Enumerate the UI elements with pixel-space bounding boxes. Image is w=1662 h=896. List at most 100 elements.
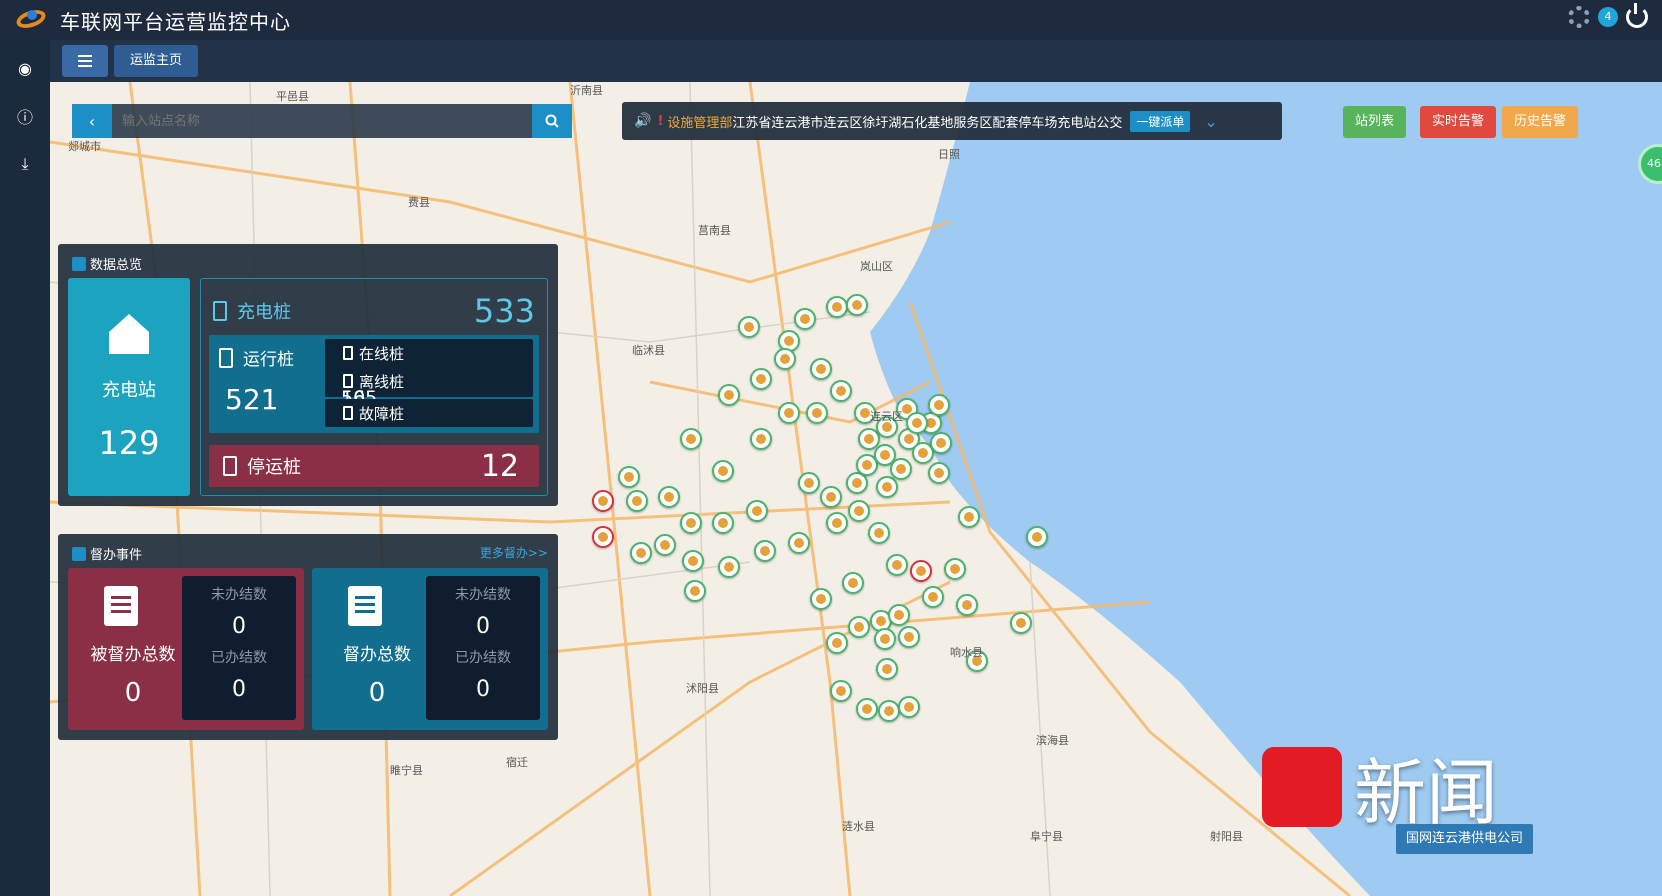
station-card[interactable]: 充电站 129 bbox=[68, 278, 190, 496]
map-place-label: 费县 bbox=[408, 196, 430, 209]
station-marker[interactable] bbox=[898, 626, 920, 648]
company-selector[interactable]: 国网连云港供电公司 bbox=[1396, 824, 1534, 854]
station-marker-alarm[interactable] bbox=[592, 490, 614, 512]
station-marker[interactable] bbox=[868, 522, 890, 544]
notification-badge[interactable]: 4 bbox=[1598, 7, 1618, 27]
station-marker[interactable] bbox=[856, 698, 878, 720]
station-marker[interactable] bbox=[788, 532, 810, 554]
station-marker[interactable] bbox=[848, 500, 870, 522]
station-marker[interactable] bbox=[626, 490, 648, 512]
station-marker[interactable] bbox=[830, 680, 852, 702]
station-marker[interactable] bbox=[774, 348, 796, 370]
station-marker[interactable] bbox=[712, 460, 734, 482]
fault-box: 故障桩14 bbox=[325, 399, 533, 470]
map-place-label: 日照 bbox=[938, 148, 960, 161]
station-marker[interactable] bbox=[746, 500, 768, 522]
station-marker[interactable] bbox=[890, 458, 912, 480]
station-marker[interactable] bbox=[820, 486, 842, 508]
more-supervise-link[interactable]: 更多督办>> bbox=[480, 544, 548, 561]
station-marker[interactable] bbox=[684, 580, 706, 602]
station-marker[interactable] bbox=[682, 550, 704, 572]
station-marker[interactable] bbox=[876, 476, 898, 498]
station-marker[interactable] bbox=[886, 554, 908, 576]
power-logout-icon[interactable] bbox=[1626, 3, 1648, 28]
station-marker[interactable] bbox=[888, 604, 910, 626]
station-marker[interactable] bbox=[1026, 526, 1048, 548]
station-label: 充电站 bbox=[102, 380, 156, 401]
station-marker[interactable] bbox=[898, 696, 920, 718]
station-search-input[interactable] bbox=[112, 104, 532, 138]
station-marker[interactable] bbox=[956, 594, 978, 616]
station-marker[interactable] bbox=[750, 428, 772, 450]
station-marker[interactable] bbox=[680, 428, 702, 450]
pile-icon bbox=[343, 406, 353, 420]
supervised-card[interactable]: 被督办总数 0 未办结数 0 已办结数 0 bbox=[68, 568, 304, 730]
station-marker[interactable] bbox=[794, 308, 816, 330]
station-marker[interactable] bbox=[1010, 612, 1032, 634]
hamburger-menu-button[interactable] bbox=[62, 45, 108, 77]
map-place-label: 响水县 bbox=[950, 646, 983, 659]
station-marker[interactable] bbox=[810, 358, 832, 380]
station-marker[interactable] bbox=[906, 412, 928, 434]
station-marker[interactable] bbox=[826, 296, 848, 318]
station-marker[interactable] bbox=[806, 402, 828, 424]
station-marker[interactable] bbox=[778, 402, 800, 424]
back-arrow-button[interactable]: ‹ bbox=[72, 104, 112, 138]
station-marker[interactable] bbox=[618, 466, 640, 488]
fault-row[interactable]: 故障桩14 bbox=[325, 399, 533, 470]
station-marker[interactable] bbox=[712, 512, 734, 534]
map-place-label: 莒南县 bbox=[698, 224, 731, 237]
info-icon[interactable]: ⓘ bbox=[0, 92, 50, 140]
station-marker[interactable] bbox=[798, 472, 820, 494]
station-marker[interactable] bbox=[922, 586, 944, 608]
station-marker-alarm[interactable] bbox=[592, 526, 614, 548]
running-pile-box[interactable]: 运行桩 521 在线桩505 离线桩16 故障桩14 bbox=[209, 335, 539, 470]
station-marker[interactable] bbox=[846, 294, 868, 316]
charge-pile-row[interactable]: 充电桩 533 bbox=[213, 292, 535, 330]
station-marker[interactable] bbox=[842, 572, 864, 594]
history-alarm-button[interactable]: 历史告警 bbox=[1502, 106, 1579, 138]
online-row[interactable]: 在线桩 505 bbox=[325, 339, 533, 410]
download-icon[interactable]: ⤓ bbox=[0, 140, 50, 188]
dispatch-button[interactable]: 一键派单 bbox=[1130, 110, 1191, 132]
station-marker[interactable] bbox=[944, 558, 966, 580]
finished-label: 已办结数 bbox=[211, 650, 267, 666]
station-marker[interactable] bbox=[680, 512, 702, 534]
station-marker[interactable] bbox=[928, 394, 950, 416]
chevron-down-icon[interactable]: ⌄ bbox=[1204, 112, 1217, 131]
speaker-icon: 🔊 bbox=[634, 113, 652, 129]
station-marker[interactable] bbox=[630, 542, 652, 564]
station-marker[interactable] bbox=[878, 700, 900, 722]
station-marker[interactable] bbox=[738, 316, 760, 338]
realtime-alarm-button[interactable]: 实时告警 bbox=[1420, 106, 1497, 138]
station-marker[interactable] bbox=[826, 512, 848, 534]
map-place-label: 沂南县 bbox=[570, 84, 603, 97]
station-marker[interactable] bbox=[718, 556, 740, 578]
station-marker-alarm[interactable] bbox=[910, 560, 932, 582]
station-marker[interactable] bbox=[958, 506, 980, 528]
station-marker[interactable] bbox=[750, 368, 772, 390]
station-marker[interactable] bbox=[754, 540, 776, 562]
station-marker[interactable] bbox=[830, 380, 852, 402]
map-view[interactable]: 沂南县 日照 莒南县 岚山区 临沭县 连云区 沭阳县 宿迁 睢宁县 涟水县 滨海… bbox=[50, 82, 1662, 896]
pile-icon bbox=[343, 374, 353, 388]
station-list-button[interactable]: 站列表 bbox=[1343, 106, 1407, 138]
station-marker[interactable] bbox=[718, 384, 740, 406]
station-marker[interactable] bbox=[810, 588, 832, 610]
offline-row[interactable]: 离线桩 16 bbox=[325, 367, 533, 410]
station-marker[interactable] bbox=[930, 432, 952, 454]
station-marker[interactable] bbox=[826, 632, 848, 654]
station-marker[interactable] bbox=[928, 462, 950, 484]
eye-icon[interactable]: ◉ bbox=[0, 44, 50, 92]
supervise-card[interactable]: 督办总数 0 未办结数 0 已办结数 0 bbox=[312, 568, 548, 730]
station-marker[interactable] bbox=[874, 628, 896, 650]
settings-gear-icon[interactable] bbox=[1568, 6, 1590, 28]
station-marker[interactable] bbox=[848, 616, 870, 638]
station-marker[interactable] bbox=[876, 658, 898, 680]
station-marker[interactable] bbox=[658, 486, 680, 508]
station-marker[interactable] bbox=[654, 534, 676, 556]
search-button[interactable] bbox=[532, 104, 572, 138]
stopped-count: 12 bbox=[480, 448, 519, 484]
tab-home[interactable]: 运监主页 bbox=[114, 45, 199, 77]
stopped-pile-row[interactable]: 停运桩 12 bbox=[209, 445, 539, 487]
